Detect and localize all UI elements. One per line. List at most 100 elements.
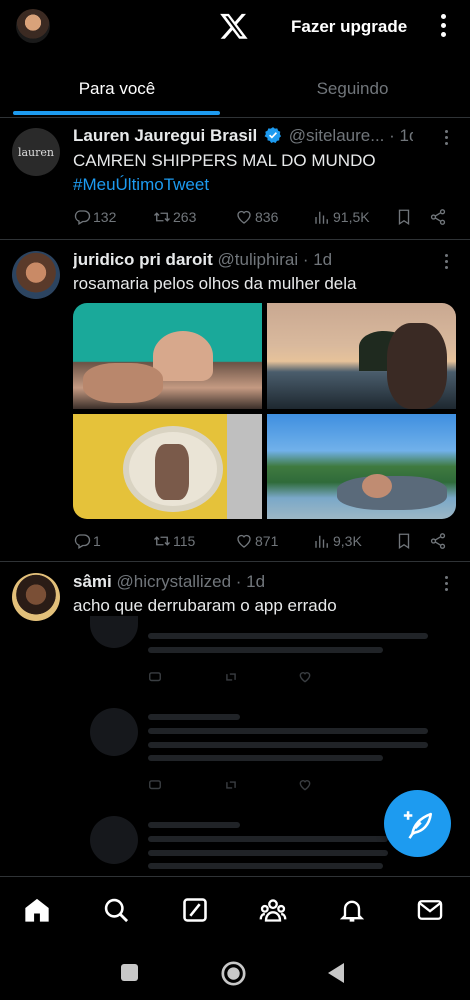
- like-button[interactable]: 836: [235, 207, 278, 227]
- like-count: 871: [255, 533, 279, 549]
- photo-mirror[interactable]: [73, 414, 262, 519]
- tweet[interactable]: juridico pri daroit @tuliphirai · 1d ros…: [0, 240, 470, 562]
- tweet-actions: 132 263 836 91,5K: [73, 207, 453, 227]
- author-name[interactable]: juridico pri daroit: [73, 250, 213, 269]
- reply-icon: [74, 210, 91, 225]
- skeleton-reply-icon: [149, 672, 161, 682]
- tweet-more-icon[interactable]: [438, 130, 454, 148]
- skeleton-line: [148, 742, 428, 748]
- tweet-header: Lauren Jauregui Brasil @sitelaure... · 1…: [73, 126, 413, 146]
- retweet-icon: [154, 212, 170, 222]
- reply-button[interactable]: 132: [73, 207, 116, 227]
- tweet-header: sâmi @hicrystallized · 1d: [73, 572, 413, 592]
- skeleton-line: [148, 836, 388, 842]
- retweet-button[interactable]: 115: [153, 531, 195, 551]
- skeleton-line: [148, 755, 383, 761]
- communities-icon[interactable]: [259, 896, 287, 924]
- recents-button[interactable]: [121, 964, 138, 981]
- avatar[interactable]: lauren: [12, 128, 60, 176]
- skeleton-retweet-icon: [226, 673, 236, 681]
- profile-avatar[interactable]: [16, 9, 50, 43]
- photo-pool-resort[interactable]: [267, 414, 456, 519]
- share-icon[interactable]: [429, 531, 447, 551]
- skeleton-reply-icon: [149, 780, 161, 790]
- skeleton-heart-icon: [299, 672, 311, 683]
- upgrade-button[interactable]: Fazer upgrade: [291, 17, 407, 37]
- bottom-nav: [0, 876, 470, 942]
- reply-count: 1: [93, 533, 101, 549]
- tweet-header: juridico pri daroit @tuliphirai · 1d: [73, 250, 413, 270]
- skeleton-line: [148, 647, 383, 653]
- retweet-icon: [154, 536, 170, 546]
- tweet-text: acho que derrubaram o app errado: [73, 596, 337, 615]
- views-icon: [315, 535, 328, 548]
- views-icon: [315, 211, 328, 224]
- views-count: 91,5K: [333, 209, 370, 225]
- tweet-time: · 1d: [302, 250, 333, 269]
- photo-pool[interactable]: [73, 303, 262, 409]
- photo-sunset[interactable]: [267, 303, 456, 409]
- skeleton-retweet-icon: [226, 781, 236, 789]
- author-name[interactable]: Lauren Jauregui Brasil: [73, 126, 257, 145]
- like-count: 836: [255, 209, 279, 225]
- skeleton-line: [148, 728, 428, 734]
- tweet-more-icon[interactable]: [438, 254, 454, 272]
- views-button[interactable]: 91,5K: [313, 207, 370, 227]
- like-button[interactable]: 871: [235, 531, 278, 551]
- skeleton-line: [148, 714, 240, 720]
- home-icon[interactable]: [23, 896, 51, 924]
- avatar[interactable]: [12, 573, 60, 621]
- tweet[interactable]: lauren Lauren Jauregui Brasil @sitelaure…: [0, 118, 470, 240]
- tweet-time: · 1d: [235, 572, 266, 591]
- tab-following[interactable]: Seguindo: [235, 66, 470, 118]
- avatar[interactable]: [12, 251, 60, 299]
- tweet-more-icon[interactable]: [438, 576, 454, 594]
- reply-count: 132: [93, 209, 117, 225]
- media-grid[interactable]: [73, 303, 456, 519]
- bookmark-icon[interactable]: [395, 207, 413, 227]
- views-count: 9,3K: [333, 533, 362, 549]
- skeleton-line: [148, 822, 240, 828]
- tweet-text-line: CAMREN SHIPPERS MAL DO MUNDO: [73, 151, 376, 170]
- tweet-text: CAMREN SHIPPERS MAL DO MUNDO #MeuÚltimoT…: [73, 149, 376, 197]
- hashtag-link[interactable]: #MeuÚltimoTweet: [73, 173, 376, 197]
- x-logo[interactable]: [219, 11, 249, 41]
- reply-button[interactable]: 1: [73, 531, 101, 551]
- overflow-menu-icon[interactable]: [436, 14, 450, 40]
- share-icon[interactable]: [429, 207, 447, 227]
- compose-feather-icon: [403, 810, 432, 839]
- skeleton-line: [148, 863, 383, 869]
- reply-icon: [74, 534, 91, 549]
- timeline-tabs: Para você Seguindo: [0, 66, 470, 118]
- author-handle[interactable]: @sitelaure...: [289, 126, 385, 145]
- bookmark-icon[interactable]: [395, 531, 413, 551]
- verified-badge-icon: [264, 127, 281, 144]
- author-handle[interactable]: @hicrystallized: [116, 572, 231, 591]
- active-tab-indicator: [13, 111, 220, 115]
- views-button[interactable]: 9,3K: [313, 531, 362, 551]
- tweet-actions: 1 115 871 9,3K: [73, 531, 453, 551]
- back-button[interactable]: [326, 962, 346, 984]
- compose-button[interactable]: [384, 790, 451, 857]
- skeleton-line: [148, 850, 388, 856]
- skeleton-avatar: [90, 816, 138, 864]
- search-icon[interactable]: [102, 896, 130, 924]
- tweet-text: rosamaria pelos olhos da mulher dela: [73, 274, 357, 293]
- notifications-icon[interactable]: [338, 896, 366, 924]
- skeleton-line: [148, 633, 428, 639]
- heart-icon: [237, 210, 251, 224]
- grok-icon[interactable]: [181, 896, 209, 924]
- top-bar: Fazer upgrade: [0, 0, 470, 54]
- retweet-count: 115: [173, 533, 196, 549]
- skeleton-avatar: [90, 616, 138, 648]
- system-nav-bar: [0, 942, 470, 1000]
- skeleton-avatar: [90, 708, 138, 756]
- author-handle[interactable]: @tuliphirai: [218, 250, 299, 269]
- home-button[interactable]: [220, 960, 247, 987]
- author-name[interactable]: sâmi: [73, 572, 112, 591]
- messages-icon[interactable]: [416, 896, 444, 924]
- heart-icon: [237, 534, 251, 548]
- tweet-time: · 1d: [389, 126, 413, 145]
- retweet-count: 263: [173, 209, 197, 225]
- retweet-button[interactable]: 263: [153, 207, 196, 227]
